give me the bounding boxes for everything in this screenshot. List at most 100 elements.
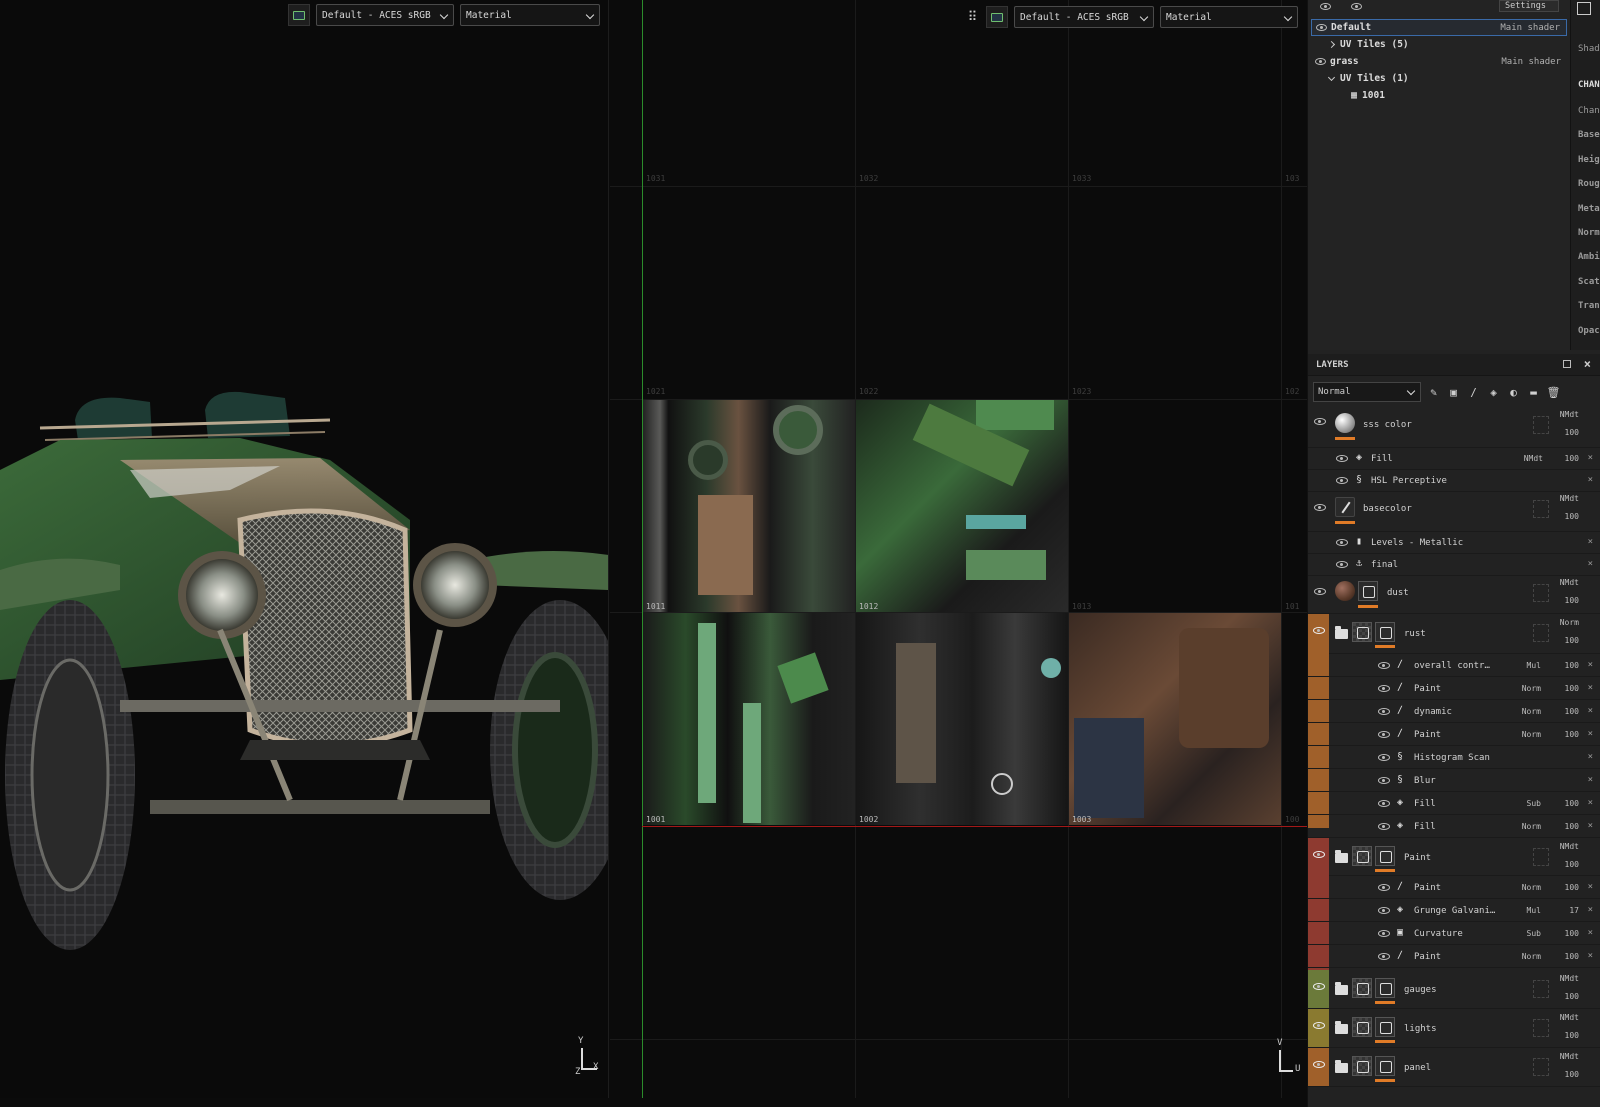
strip-label[interactable]: Heig	[1578, 155, 1600, 165]
blend-mode-select[interactable]: Normal	[1313, 382, 1421, 402]
layer-opacity[interactable]: 100	[1565, 512, 1579, 521]
folder-rust[interactable]: rust Norm 100	[1308, 614, 1600, 828]
sublayer-grunge-galvanized[interactable]: ◈ Grunge Galvani… Mul 17 ×	[1308, 899, 1600, 922]
sublayer-blur[interactable]: § Blur ×	[1308, 769, 1600, 792]
layer-opacity[interactable]: 100	[1565, 822, 1579, 831]
eye-icon[interactable]	[1378, 884, 1390, 891]
remove-icon[interactable]: ×	[1588, 882, 1593, 892]
folder-icon[interactable]	[1335, 626, 1348, 639]
layer-opacity[interactable]: 100	[1565, 428, 1579, 437]
uv-tile-1003[interactable]	[1069, 613, 1281, 825]
add-paint-layer-icon[interactable]: ∕	[1466, 385, 1481, 400]
remove-icon[interactable]: ×	[1588, 559, 1593, 569]
eye-icon[interactable]	[1314, 418, 1326, 425]
sublayer-paint[interactable]: ∕ Paint Norm 100 ×	[1308, 723, 1600, 746]
remove-icon[interactable]: ×	[1588, 683, 1593, 693]
display-settings-icon[interactable]	[288, 4, 310, 26]
sublayer-paint[interactable]: ∕ Paint Norm 100 ×	[1308, 945, 1600, 968]
layer-blend-mode[interactable]: Norm	[1522, 730, 1541, 739]
effect-blend-mode[interactable]: NMdt	[1524, 454, 1543, 463]
eye-icon[interactable]	[1313, 1022, 1325, 1029]
viewport-uv[interactable]: 1031 1032 1033 103 1021 1022 1023 102 10…	[610, 0, 1307, 1098]
uv-tile-1001[interactable]	[643, 613, 855, 825]
layer-blend-mode[interactable]: Mul	[1527, 906, 1541, 915]
uv-tiles-grass[interactable]: UV Tiles (1)	[1311, 70, 1567, 87]
eye-icon[interactable]	[1378, 823, 1390, 830]
strip-label[interactable]: Tran	[1578, 301, 1600, 311]
layer-opacity[interactable]: 100	[1565, 661, 1579, 670]
layer-blend-mode[interactable]: Sub	[1527, 799, 1541, 808]
folder-icon[interactable]	[1335, 982, 1348, 995]
remove-icon[interactable]: ×	[1588, 537, 1593, 547]
layer-blend-mode[interactable]: Norm	[1522, 707, 1541, 716]
layer-opacity[interactable]: 100	[1565, 596, 1579, 605]
add-fill-layer-icon[interactable]: ◈	[1486, 385, 1501, 400]
folder-panel[interactable]: panel NMdt 100	[1308, 1048, 1600, 1087]
layer-opacity[interactable]: 100	[1565, 799, 1579, 808]
layer-opacity[interactable]: 100	[1565, 952, 1579, 961]
sublayer-paint[interactable]: ∕ Paint Norm 100 ×	[1308, 677, 1600, 700]
uv-tile-1002[interactable]	[856, 613, 1068, 825]
layer-opacity[interactable]: 100	[1565, 929, 1579, 938]
colorspace-select[interactable]: Default - ACES sRGB	[316, 4, 454, 26]
effect-opacity[interactable]: 100	[1565, 454, 1579, 463]
layer-opacity[interactable]: 100	[1565, 1031, 1579, 1040]
strip-label[interactable]: Roug	[1578, 179, 1600, 189]
layer-blend-mode[interactable]: NMdt	[1560, 842, 1579, 851]
eye-icon[interactable]	[1378, 800, 1390, 807]
undock-icon[interactable]	[1563, 360, 1571, 368]
folder-icon[interactable]	[1335, 850, 1348, 863]
eye-icon[interactable]	[1378, 754, 1390, 761]
eye-icon[interactable]	[1378, 907, 1390, 914]
eye-icon[interactable]	[1351, 2, 1362, 10]
viewport-3d[interactable]: Default - ACES sRGB Material Y Z X	[0, 0, 609, 1098]
layer-opacity[interactable]: 100	[1565, 707, 1579, 716]
chevron-right-icon[interactable]	[1327, 40, 1336, 49]
layer-blend-mode[interactable]: Mul	[1527, 661, 1541, 670]
smart-material-icon[interactable]: ◐	[1506, 385, 1521, 400]
layer-blend-mode[interactable]: NMdt	[1560, 494, 1579, 503]
remove-icon[interactable]: ×	[1588, 729, 1593, 739]
uv-tile-1001-item[interactable]: ▦ 1001	[1311, 87, 1567, 104]
strip-label[interactable]: Norm	[1578, 228, 1600, 238]
add-mask-icon[interactable]: ▣	[1446, 385, 1461, 400]
eye-icon[interactable]	[1336, 539, 1348, 546]
mask-icon[interactable]	[1358, 581, 1378, 601]
layer-opacity[interactable]: 100	[1565, 684, 1579, 693]
layer-sss-color[interactable]: sss color NMdt 100	[1308, 408, 1600, 448]
uv-tiles-default[interactable]: UV Tiles (5)	[1311, 36, 1567, 53]
effect-fill[interactable]: ◈ Fill NMdt 100 ×	[1308, 448, 1600, 470]
layer-blend-mode[interactable]: Norm	[1522, 684, 1541, 693]
layer-blend-mode[interactable]: NMdt	[1560, 410, 1579, 419]
channel-select[interactable]: Material	[1160, 6, 1298, 28]
panel-icon[interactable]	[1577, 2, 1591, 15]
sublayer-dynamic[interactable]: ∕ dynamic Norm 100 ×	[1308, 700, 1600, 723]
sublayer-histogram-scan[interactable]: § Histogram Scan ×	[1308, 746, 1600, 769]
layer-blend-mode[interactable]: NMdt	[1560, 578, 1579, 587]
texture-set-default[interactable]: Default Main shader	[1311, 19, 1567, 36]
mask-icon[interactable]	[1375, 846, 1395, 866]
strip-label[interactable]: Meta	[1578, 204, 1600, 214]
uv-tile-1011[interactable]	[643, 400, 855, 612]
remove-icon[interactable]: ×	[1588, 798, 1593, 808]
folder-paint[interactable]: Paint NMdt 100	[1308, 838, 1600, 970]
layer-blend-mode[interactable]: Sub	[1527, 929, 1541, 938]
close-icon[interactable]: ×	[1584, 357, 1591, 371]
layer-blend-mode[interactable]: Norm	[1522, 952, 1541, 961]
texture-set-grass[interactable]: grass Main shader	[1311, 53, 1567, 70]
strip-label[interactable]: Scat	[1578, 277, 1600, 287]
layer-opacity[interactable]: 17	[1569, 906, 1579, 915]
layer-blend-mode[interactable]: Norm	[1560, 618, 1579, 627]
mask-icon[interactable]	[1375, 978, 1395, 998]
layer-opacity[interactable]: 100	[1565, 883, 1579, 892]
layer-basecolor[interactable]: basecolor NMdt 100	[1308, 492, 1600, 532]
uv-tile-mode-icon[interactable]: ⠿	[965, 10, 980, 25]
remove-icon[interactable]: ×	[1588, 706, 1593, 716]
eye-icon[interactable]	[1336, 561, 1348, 568]
folder-gauges[interactable]: gauges NMdt 100	[1308, 970, 1600, 1009]
eye-icon[interactable]	[1313, 1061, 1325, 1068]
eye-icon[interactable]	[1313, 627, 1325, 634]
eye-icon[interactable]	[1336, 477, 1348, 484]
eye-icon[interactable]	[1378, 777, 1390, 784]
layer-opacity[interactable]: 100	[1565, 860, 1579, 869]
